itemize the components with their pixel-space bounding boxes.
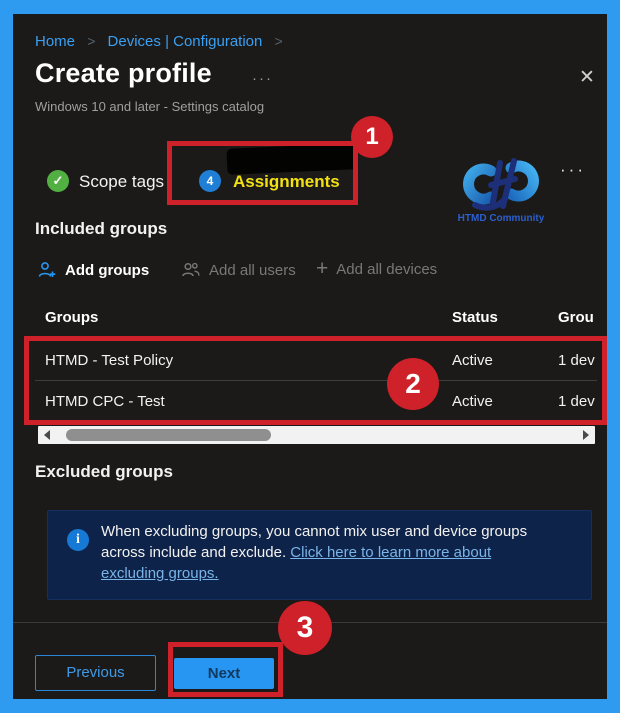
- add-all-devices-button[interactable]: + Add all devices: [316, 257, 438, 280]
- breadcrumb-separator-icon: >: [274, 33, 283, 49]
- horizontal-scrollbar[interactable]: [38, 426, 595, 444]
- add-groups-label: Add groups: [65, 261, 150, 279]
- annotation-box-next: [168, 642, 283, 697]
- breadcrumb-separator-icon: >: [87, 33, 96, 49]
- create-profile-dialog: Home > Devices | Configuration > Create …: [13, 14, 607, 699]
- add-all-devices-label: Add all devices: [336, 260, 438, 278]
- tab-scope-tags[interactable]: Scope tags: [79, 172, 164, 192]
- annotation-box-groups: [24, 336, 607, 425]
- annotation-box-assignments: [167, 141, 358, 205]
- previous-button[interactable]: Previous: [35, 655, 156, 691]
- scroll-right-arrow-icon[interactable]: [583, 430, 589, 440]
- breadcrumb: Home > Devices | Configuration >: [35, 33, 291, 50]
- context-menu-more-icon[interactable]: ···: [560, 160, 586, 180]
- breadcrumb-link-devices-configuration[interactable]: Devices | Configuration: [108, 33, 263, 50]
- scrollbar-thumb[interactable]: [66, 429, 271, 441]
- info-banner: i When excluding groups, you cannot mix …: [47, 510, 592, 600]
- scroll-left-arrow-icon[interactable]: [44, 430, 50, 440]
- excluded-groups-heading: Excluded groups: [35, 462, 173, 481]
- add-all-users-button[interactable]: Add all users: [181, 260, 296, 280]
- person-add-icon: [38, 262, 56, 277]
- included-groups-heading: Included groups: [35, 219, 168, 238]
- column-header-group-members: Grou: [558, 309, 594, 326]
- annotation-step-2-badge: 2: [387, 358, 439, 410]
- people-icon: [182, 262, 200, 277]
- add-all-users-label: Add all users: [209, 261, 296, 279]
- page-title: Create profile: [35, 58, 212, 88]
- annotation-step-3-badge: 3: [278, 601, 332, 655]
- column-header-status: Status: [452, 309, 498, 326]
- close-icon[interactable]: ✕: [579, 66, 595, 89]
- title-more-icon[interactable]: ···: [252, 70, 273, 87]
- annotation-step-1-badge: 1: [351, 116, 393, 158]
- column-header-groups: Groups: [45, 309, 99, 326]
- htmd-community-logo-icon: [463, 158, 539, 211]
- add-groups-button[interactable]: Add groups: [37, 260, 149, 280]
- page-subtitle: Windows 10 and later - Settings catalog: [35, 99, 265, 114]
- scope-tags-complete-check-icon: ✓: [47, 170, 69, 192]
- breadcrumb-link-home[interactable]: Home: [35, 33, 75, 50]
- plus-icon: +: [316, 257, 329, 280]
- htmd-community-logo-text: HTMD Community: [457, 213, 545, 224]
- info-icon: i: [67, 529, 89, 551]
- info-banner-text: When excluding groups, you cannot mix us…: [101, 521, 553, 584]
